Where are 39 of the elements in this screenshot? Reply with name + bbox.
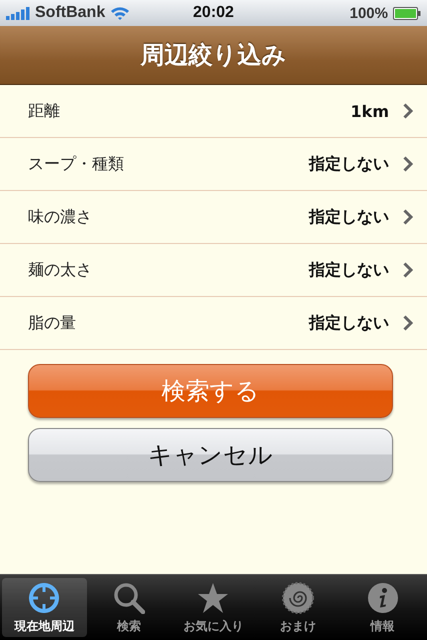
tab[interactable]: 現在地周辺 — [2, 578, 87, 637]
search-icon — [112, 582, 145, 614]
filter-label: 脂の量 — [28, 312, 77, 334]
filter-row[interactable]: 味の濃さ 指定しない — [0, 191, 427, 244]
battery-percent: 100% — [350, 4, 388, 22]
spiral-icon — [282, 582, 314, 614]
filter-value: 指定しない — [309, 206, 389, 228]
search-button[interactable]: 検索する — [28, 364, 393, 418]
tab[interactable]: 検索 — [86, 578, 172, 637]
star-icon — [197, 582, 230, 614]
carrier-name: SoftBank — [35, 4, 106, 22]
screen-title: 周辺絞り込み — [140, 40, 286, 71]
filter-row[interactable]: 麺の太さ 指定しない — [0, 244, 427, 297]
filter-row[interactable]: 距離 1km — [0, 85, 427, 138]
filter-value: 指定しない — [309, 260, 389, 280]
signal-icon — [6, 6, 30, 20]
filter-label: 距離 — [28, 100, 61, 122]
tab[interactable]: お気に入り — [171, 578, 256, 637]
filter-value: 指定しない — [309, 154, 389, 174]
chevron-icon — [403, 209, 413, 225]
filter-row[interactable]: スープ・種類 指定しない — [0, 138, 427, 191]
filter-value: 1km — [350, 102, 389, 120]
filter-label: 味の濃さ — [28, 206, 93, 228]
cancel-button[interactable]: キャンセル — [28, 428, 393, 482]
crosshair-icon — [28, 582, 60, 614]
battery-icon — [392, 6, 421, 20]
tab[interactable]: 情報 — [340, 578, 425, 637]
filter-label: スープ・種類 — [28, 154, 125, 174]
chevron-icon — [403, 262, 413, 278]
chevron-icon — [403, 103, 413, 119]
filter-value: 指定しない — [309, 312, 389, 334]
status-time: 20:02 — [193, 4, 234, 22]
filter-row[interactable]: 脂の量 指定しない — [0, 297, 427, 350]
wifi-icon — [110, 6, 130, 20]
filter-label: 麺の太さ — [28, 260, 93, 280]
info-icon — [366, 582, 399, 614]
chevron-icon — [403, 315, 413, 331]
chevron-icon — [403, 156, 413, 172]
tab[interactable]: おまけ — [256, 578, 340, 637]
